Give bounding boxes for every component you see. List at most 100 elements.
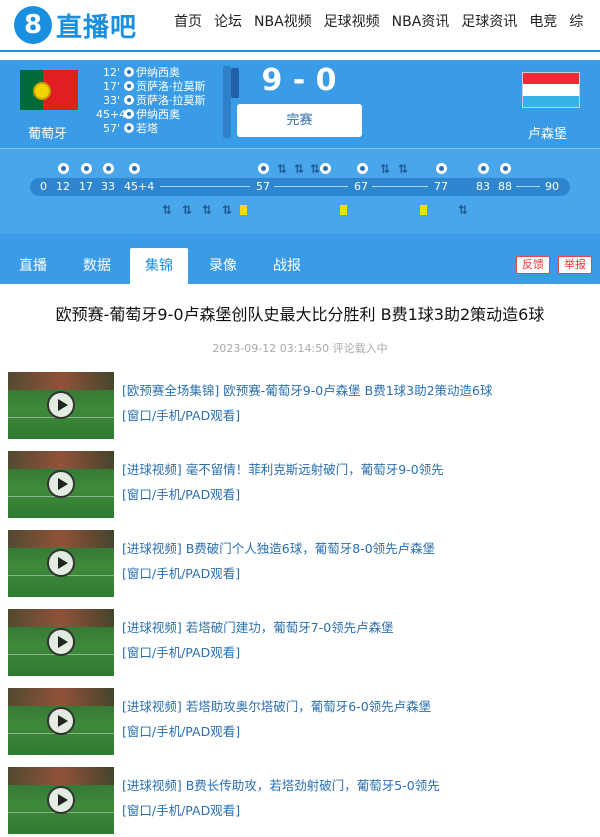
yellow-card-icon[interactable] — [240, 205, 247, 215]
video-title[interactable]: [进球视频] 若塔助攻奥尔塔破门，葡萄牙6-0领先卢森堡 — [122, 696, 431, 715]
nav-item-home[interactable]: 首页 — [174, 12, 202, 32]
tab-replay[interactable]: 录像 — [198, 248, 248, 284]
logo-badge: 8 — [14, 6, 52, 44]
tab-report[interactable]: 战报 — [262, 248, 312, 284]
goal-minute: 45+4' — [96, 107, 130, 121]
list-item: [进球视频] 毫不留情！菲利克斯远射破门，葡萄牙9-0领先 [窗口/手机/PAD… — [0, 449, 600, 528]
tab-highlights[interactable]: 集锦 — [130, 248, 188, 284]
article-meta: 2023-09-12 03:14:50 评论载入中 — [212, 342, 388, 355]
feedback-button[interactable]: 反馈 — [516, 256, 550, 274]
yellow-card-icon[interactable] — [340, 205, 347, 215]
list-item: [进球视频] B费长传助攻，若塔劲射破门，葡萄牙5-0领先 [窗口/手机/PAD… — [0, 765, 600, 837]
goal-marker-icon[interactable] — [58, 163, 69, 174]
video-thumbnail[interactable] — [8, 530, 114, 597]
nav-item-football-video[interactable]: 足球视频 — [324, 12, 380, 32]
football-icon — [124, 109, 134, 119]
watch-link[interactable]: [窗口/手机/PAD观看] — [122, 642, 240, 661]
nav-item-more[interactable]: 综 — [569, 12, 583, 32]
goal-marker-icon[interactable] — [478, 163, 489, 174]
substitution-icon[interactable]: ⇅ — [277, 163, 287, 175]
play-icon[interactable] — [47, 470, 75, 498]
video-title[interactable]: [进球视频] B费破门个人独造6球，葡萄牙8-0领先卢森堡 — [122, 538, 435, 557]
watch-link[interactable]: [窗口/手机/PAD观看] — [122, 563, 240, 582]
video-thumbnail[interactable] — [8, 688, 114, 755]
play-icon[interactable] — [47, 786, 75, 814]
goal-marker-icon[interactable] — [81, 163, 92, 174]
nav-item-nba-video[interactable]: NBA视频 — [254, 12, 312, 32]
timeline-dash — [160, 186, 250, 187]
goal-marker-icon[interactable] — [258, 163, 269, 174]
goal-minute: 57' — [102, 121, 120, 135]
list-item: [进球视频] 若塔破门建功，葡萄牙7-0领先卢森堡 [窗口/手机/PAD观看] — [0, 607, 600, 686]
timeline-tick: 0 — [40, 180, 47, 193]
timeline-tick: 67 — [354, 180, 368, 193]
timeline-tick: 83 — [476, 180, 490, 193]
goal-minute: 17' — [102, 79, 120, 93]
goal-minute: 33' — [102, 93, 120, 107]
football-icon — [124, 95, 134, 105]
goal-marker-icon[interactable] — [129, 163, 140, 174]
timeline-tick: 17 — [79, 180, 93, 193]
substitution-icon[interactable]: ⇅ — [222, 204, 232, 216]
nav-item-football-news[interactable]: 足球资讯 — [461, 12, 517, 32]
watch-link[interactable]: [窗口/手机/PAD观看] — [122, 484, 240, 503]
site-logo[interactable]: 8 直播吧 — [14, 6, 137, 44]
video-title[interactable]: [进球视频] 毫不留情！菲利克斯远射破门，葡萄牙9-0领先 — [122, 459, 444, 478]
video-thumbnail[interactable] — [8, 372, 114, 439]
video-thumbnail[interactable] — [8, 609, 114, 676]
goal-marker-icon[interactable] — [357, 163, 368, 174]
substitution-icon[interactable]: ⇅ — [458, 204, 468, 216]
goal-marker-icon[interactable] — [500, 163, 511, 174]
match-timeline: 0 12 17 33 45+4 57 67 77 83 88 90 ⇅ ⇅ ⇅ … — [0, 148, 600, 234]
list-item: [欧预赛全场集锦] 欧预赛-葡萄牙9-0卢森堡 B费1球3助2策动造6球 [窗口… — [0, 370, 600, 449]
play-icon[interactable] — [47, 549, 75, 577]
portugal-flag-icon[interactable] — [20, 70, 78, 110]
events-scrollbar[interactable] — [223, 66, 239, 138]
match-header: 葡萄牙 12' 伊纳西奥 17' 贡萨洛·拉莫斯 33' 贡萨洛·拉莫斯 45+… — [0, 60, 600, 148]
report-button[interactable]: 举报 — [558, 256, 592, 274]
timeline-dash — [516, 186, 540, 187]
goal-marker-icon[interactable] — [436, 163, 447, 174]
substitution-icon[interactable]: ⇅ — [294, 163, 304, 175]
video-title[interactable]: [欧预赛全场集锦] 欧预赛-葡萄牙9-0卢森堡 B费1球3助2策动造6球 — [122, 380, 493, 399]
video-title[interactable]: [进球视频] 若塔破门建功，葡萄牙7-0领先卢森堡 — [122, 617, 394, 636]
video-title[interactable]: [进球视频] B费长传助攻，若塔劲射破门，葡萄牙5-0领先 — [122, 775, 440, 794]
goal-event: 45+4' 伊纳西奥 — [96, 107, 226, 122]
goal-events: 12' 伊纳西奥 17' 贡萨洛·拉莫斯 33' 贡萨洛·拉莫斯 45+4' 伊… — [96, 65, 226, 136]
timeline-tick: 90 — [545, 180, 559, 193]
tab-live[interactable]: 直播 — [8, 248, 58, 284]
watch-link[interactable]: [窗口/手机/PAD观看] — [122, 721, 240, 740]
video-thumbnail[interactable] — [8, 767, 114, 834]
watch-link[interactable]: [窗口/手机/PAD观看] — [122, 800, 240, 819]
substitution-icon[interactable]: ⇅ — [310, 163, 320, 175]
play-icon[interactable] — [47, 628, 75, 656]
substitution-icon[interactable]: ⇅ — [202, 204, 212, 216]
match-tabs: 直播 数据 集锦 录像 战报 反馈 举报 — [0, 234, 600, 284]
goal-minute: 12' — [102, 65, 120, 79]
timeline-tick: 45+4 — [124, 180, 155, 193]
goal-event: 57' 若塔 — [96, 121, 226, 136]
goal-marker-icon[interactable] — [320, 163, 331, 174]
logo-text: 直播吧 — [56, 12, 138, 43]
nav-item-nba-news[interactable]: NBA资讯 — [392, 12, 450, 32]
video-thumbnail[interactable] — [8, 451, 114, 518]
home-team-name[interactable]: 葡萄牙 — [28, 123, 67, 142]
goal-event: 17' 贡萨洛·拉莫斯 — [96, 79, 226, 94]
watch-link[interactable]: [窗口/手机/PAD观看] — [122, 405, 240, 424]
nav-item-forum[interactable]: 论坛 — [214, 12, 242, 32]
substitution-icon[interactable]: ⇅ — [162, 204, 172, 216]
substitution-icon[interactable]: ⇅ — [182, 204, 192, 216]
substitution-icon[interactable]: ⇅ — [380, 163, 390, 175]
goal-event: 33' 贡萨洛·拉莫斯 — [96, 93, 226, 108]
play-icon[interactable] — [47, 707, 75, 735]
nav-item-esports[interactable]: 电竞 — [529, 12, 557, 32]
substitution-icon[interactable]: ⇅ — [398, 163, 408, 175]
play-icon[interactable] — [47, 391, 75, 419]
goal-marker-icon[interactable] — [103, 163, 114, 174]
away-team-name[interactable]: 卢森堡 — [528, 123, 567, 142]
tab-stats[interactable]: 数据 — [72, 248, 122, 284]
football-icon — [124, 123, 134, 133]
yellow-card-icon[interactable] — [420, 205, 427, 215]
match-status-button[interactable]: 完赛 — [237, 104, 362, 137]
luxembourg-flag-icon[interactable] — [522, 72, 580, 108]
